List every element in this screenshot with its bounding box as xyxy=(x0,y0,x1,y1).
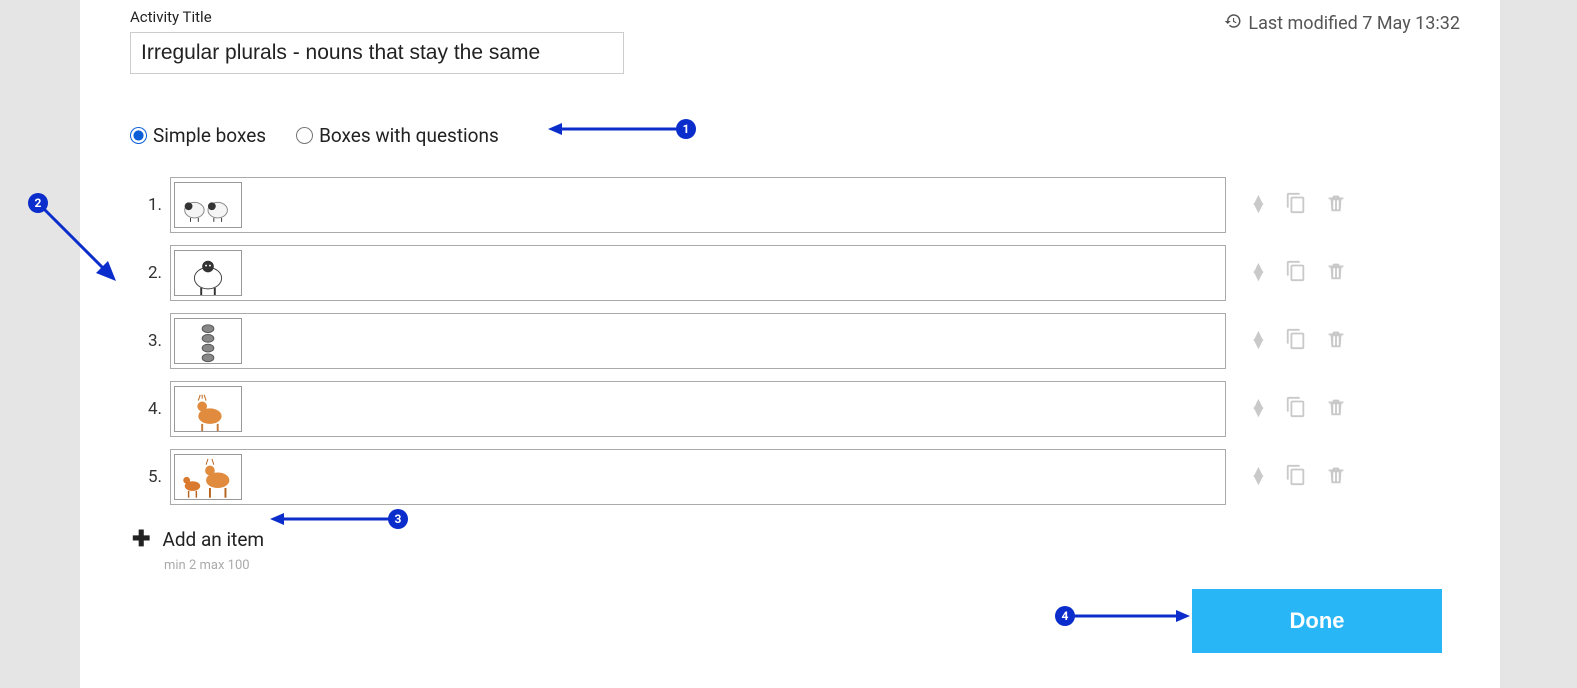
activity-title-label: Activity Title xyxy=(130,8,624,26)
header-row: Activity Title Last modified 7 May 13:32 xyxy=(130,8,1460,74)
items-list: 1. ▲▼ 2. ▲▼ 3. ▲▼ 4. ▲▼ 5. ▲▼ xyxy=(130,177,1460,505)
sort-handle[interactable]: ▲▼ xyxy=(1250,469,1267,484)
sort-handle[interactable]: ▲▼ xyxy=(1250,265,1267,280)
sort-handle[interactable]: ▲▼ xyxy=(1250,197,1267,212)
item-content-box[interactable] xyxy=(170,449,1226,505)
item-thumbnail[interactable] xyxy=(174,250,242,296)
item-row: 5. ▲▼ xyxy=(130,449,1460,505)
add-item-button[interactable]: ✚ Add an item xyxy=(132,527,1460,552)
editor-panel: Activity Title Last modified 7 May 13:32… xyxy=(80,0,1500,688)
item-content-box[interactable] xyxy=(170,177,1226,233)
done-button[interactable]: Done xyxy=(1192,589,1442,653)
item-number: 5. xyxy=(130,467,162,487)
callout-2: 2 xyxy=(28,193,48,213)
radio-boxes-with-questions-input[interactable] xyxy=(296,127,313,144)
sort-handle[interactable]: ▲▼ xyxy=(1250,333,1267,348)
delete-icon[interactable] xyxy=(1325,464,1347,490)
item-count-hint: min 2 max 100 xyxy=(164,558,1460,573)
delete-icon[interactable] xyxy=(1325,192,1347,218)
sort-handle[interactable]: ▲▼ xyxy=(1250,401,1267,416)
duplicate-icon[interactable] xyxy=(1285,328,1307,354)
item-content-box[interactable] xyxy=(170,313,1226,369)
item-row: 1. ▲▼ xyxy=(130,177,1460,233)
add-item-label: Add an item xyxy=(162,528,264,551)
radio-simple-boxes-input[interactable] xyxy=(130,127,147,144)
plus-icon: ✚ xyxy=(132,527,150,552)
item-row: 2. ▲▼ xyxy=(130,245,1460,301)
item-thumbnail[interactable] xyxy=(174,318,242,364)
duplicate-icon[interactable] xyxy=(1285,464,1307,490)
item-number: 2. xyxy=(130,263,162,283)
history-icon xyxy=(1224,12,1242,35)
delete-icon[interactable] xyxy=(1325,328,1347,354)
item-thumbnail[interactable] xyxy=(174,454,242,500)
item-number: 1. xyxy=(130,195,162,215)
duplicate-icon[interactable] xyxy=(1285,260,1307,286)
delete-icon[interactable] xyxy=(1325,260,1347,286)
radio-boxes-with-questions-label: Boxes with questions xyxy=(319,124,499,147)
item-number: 4. xyxy=(130,399,162,419)
delete-icon[interactable] xyxy=(1325,396,1347,422)
item-thumbnail[interactable] xyxy=(174,386,242,432)
box-type-radios: Simple boxes Boxes with questions xyxy=(130,124,1460,147)
item-number: 3. xyxy=(130,331,162,351)
duplicate-icon[interactable] xyxy=(1285,396,1307,422)
radio-boxes-with-questions[interactable]: Boxes with questions xyxy=(296,124,499,147)
activity-title-input[interactable] xyxy=(130,32,624,74)
duplicate-icon[interactable] xyxy=(1285,192,1307,218)
radio-simple-boxes[interactable]: Simple boxes xyxy=(130,124,266,147)
last-modified: Last modified 7 May 13:32 xyxy=(1224,12,1460,35)
item-content-box[interactable] xyxy=(170,381,1226,437)
item-row: 4. ▲▼ xyxy=(130,381,1460,437)
radio-simple-boxes-label: Simple boxes xyxy=(153,124,266,147)
item-thumbnail[interactable] xyxy=(174,182,242,228)
item-content-box[interactable] xyxy=(170,245,1226,301)
item-row: 3. ▲▼ xyxy=(130,313,1460,369)
